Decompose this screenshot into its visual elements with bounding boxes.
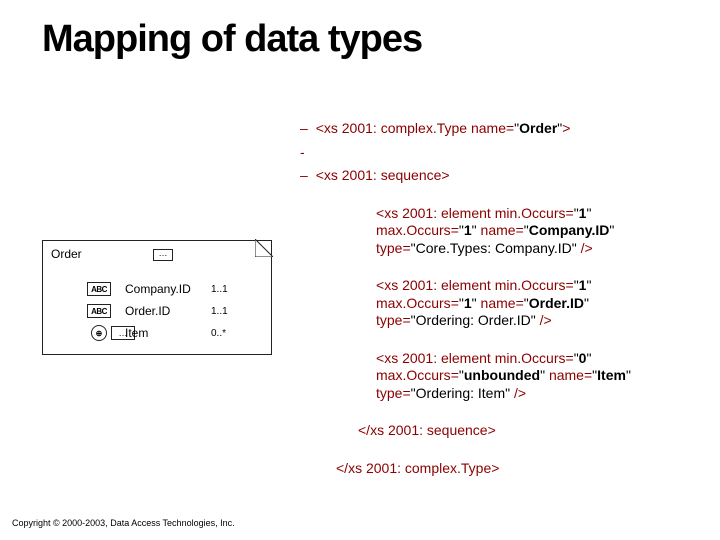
order-label: Order [51, 247, 82, 261]
row-name: Company.ID [125, 282, 191, 296]
complex-type-open: – <xs 2001: complex.Type name="Order"> [300, 120, 700, 138]
page-corner-icon [255, 239, 273, 257]
complex-type-close: </xs 2001: complex.Type> [336, 460, 700, 478]
row-name: Order.ID [125, 304, 170, 318]
uml-diagram: Order … ABC Company.ID 1..1 ABC Order.ID… [42, 240, 272, 355]
row-orderid: ABC Order.ID 1..1 [51, 301, 263, 321]
row-name: Item [125, 326, 148, 340]
row-companyid: ABC Company.ID 1..1 [51, 279, 263, 299]
order-box: Order … ABC Company.ID 1..1 ABC Order.ID… [42, 240, 272, 355]
element-companyid: <xs 2001: element min.Occurs="1" max.Occ… [376, 205, 700, 258]
copyright: Copyright © 2000-2003, Data Access Techn… [12, 518, 235, 528]
row-card: 1..1 [211, 306, 228, 317]
sequence-close: </xs 2001: sequence> [358, 422, 700, 440]
abc-icon: ABC [87, 282, 111, 296]
abc-icon: ABC [87, 304, 111, 318]
xml-code: – <xs 2001: complex.Type name="Order"> -… [300, 120, 700, 483]
ellipsis-icon: … [153, 249, 173, 261]
element-item: <xs 2001: element min.Occurs="0" max.Occ… [376, 350, 700, 403]
plus-icon: ⊕ [91, 325, 107, 341]
toggle-icon: – [300, 120, 308, 136]
blank-row: - [300, 144, 700, 162]
row-item: ⊕ … Item 0..* [51, 323, 263, 343]
slide-title: Mapping of data types [42, 18, 422, 61]
element-orderid: <xs 2001: element min.Occurs="1" max.Occ… [376, 277, 700, 330]
row-card: 0..* [211, 328, 226, 339]
row-card: 1..1 [211, 284, 228, 295]
sequence-open: – <xs 2001: sequence> [300, 167, 700, 185]
